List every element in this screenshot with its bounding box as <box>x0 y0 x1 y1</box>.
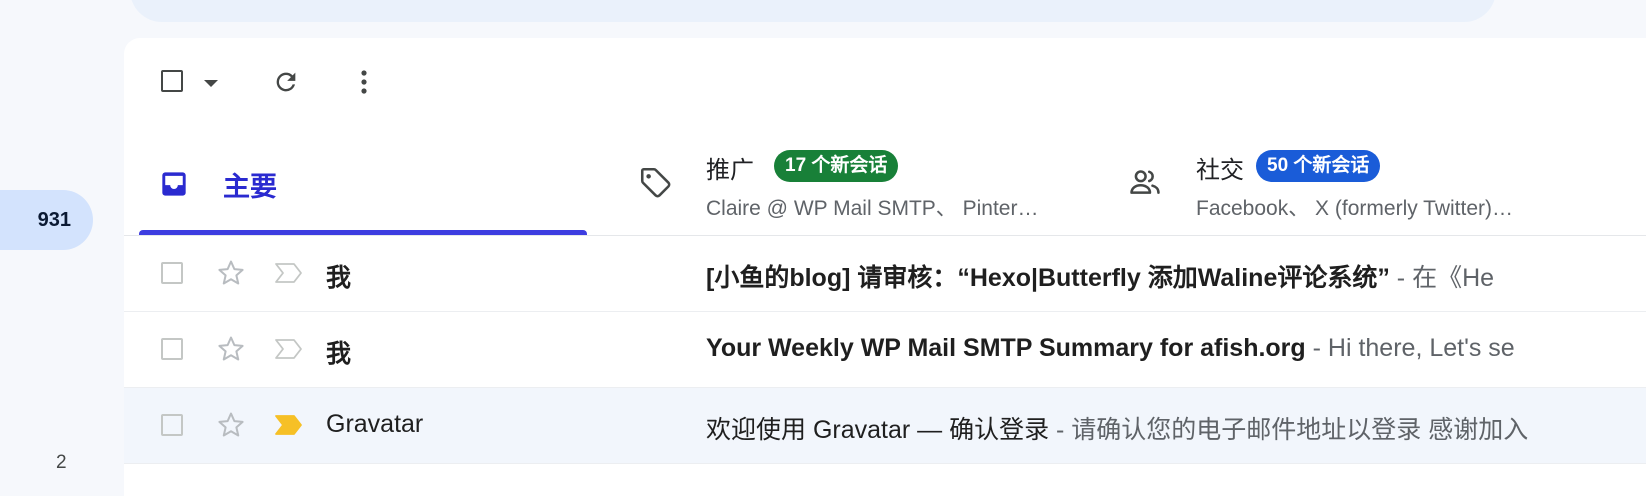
email-subject: Your Weekly WP Mail SMTP Summary for afi… <box>706 334 1306 362</box>
row-checkbox[interactable] <box>161 414 183 436</box>
star-icon[interactable] <box>216 258 246 288</box>
tab-social-senders: Facebook、 X (formerly Twitter)… <box>1196 197 1514 220</box>
email-sender: 我 <box>326 340 352 368</box>
unread-count-label: 931 <box>37 208 71 231</box>
row-checkbox[interactable] <box>161 262 183 284</box>
new-conversations-badge: 50 个新会话 <box>1256 150 1381 182</box>
toolbar <box>124 38 1646 128</box>
tab-social-title: 社交 <box>1196 157 1244 184</box>
tab-social[interactable]: 社交 50 个新会话 Facebook、 X (formerly Twitter… <box>1114 138 1646 235</box>
email-row[interactable]: Gravatar 欢迎使用 Gravatar — 确认登录 - 请确认您的电子邮… <box>124 388 1646 464</box>
email-preview: [小鱼的blog] 请审核：“Hexo|Butterfly 添加Waline评论… <box>706 258 1646 294</box>
email-subject: 欢迎使用 Gravatar — 确认登录 <box>706 416 1050 444</box>
important-marker-icon[interactable] <box>274 261 304 285</box>
email-row[interactable]: 我 Your Weekly WP Mail SMTP Summary for a… <box>124 312 1646 388</box>
tab-promotions-senders: Claire @ WP Mail SMTP、 Pinter… <box>706 197 1039 220</box>
tab-promotions[interactable]: 推广 17 个新会话 Claire @ WP Mail SMTP、 Pinter… <box>624 138 1094 235</box>
active-tab-indicator <box>139 230 587 235</box>
inbox-unread-count[interactable]: 931 <box>0 190 93 250</box>
email-row[interactable]: 我 [小鱼的blog] 请审核：“Hexo|Butterfly 添加Waline… <box>124 236 1646 312</box>
tag-icon <box>640 167 671 198</box>
tab-promotions-title: 推广 <box>706 157 754 184</box>
star-icon[interactable] <box>216 334 246 364</box>
star-icon[interactable] <box>216 410 246 440</box>
people-icon <box>1130 170 1160 194</box>
rail-count: 2 <box>56 452 67 473</box>
select-all-checkbox[interactable] <box>161 70 183 92</box>
email-snippet: - 在《He <box>1389 264 1495 292</box>
gmail-inbox: 931 2 主要 推广 17 个新会话 Claire @ WP Mail SMT… <box>0 0 1646 496</box>
mail-list-panel: 主要 推广 17 个新会话 Claire @ WP Mail SMTP、 Pin… <box>124 38 1646 496</box>
important-marker-icon[interactable] <box>274 337 304 361</box>
caret-down-icon[interactable] <box>204 80 218 87</box>
tab-primary-label: 主要 <box>223 172 277 202</box>
search-bar[interactable] <box>130 0 1496 22</box>
email-sender: 我 <box>326 264 352 292</box>
refresh-icon[interactable] <box>272 68 300 96</box>
email-snippet: - Hi there, Let's se <box>1305 334 1515 362</box>
inbox-icon <box>162 172 186 196</box>
new-conversations-badge: 17 个新会话 <box>774 150 899 182</box>
more-vert-icon[interactable] <box>352 68 376 96</box>
left-rail: 931 2 <box>0 0 124 496</box>
important-marker-icon[interactable] <box>274 413 304 437</box>
email-preview: Your Weekly WP Mail SMTP Summary for afi… <box>706 334 1646 363</box>
email-snippet: - 请确认您的电子邮件地址以登录 感谢加入 <box>1049 416 1529 444</box>
row-checkbox[interactable] <box>161 338 183 360</box>
email-preview: 欢迎使用 Gravatar — 确认登录 - 请确认您的电子邮件地址以登录 感谢… <box>706 410 1646 446</box>
email-sender: Gravatar <box>326 410 424 438</box>
email-subject: [小鱼的blog] 请审核：“Hexo|Butterfly 添加Waline评论… <box>706 264 1390 292</box>
category-tabs: 主要 推广 17 个新会话 Claire @ WP Mail SMTP、 Pin… <box>124 138 1646 236</box>
tab-primary[interactable]: 主要 <box>139 138 587 235</box>
email-list: 我 [小鱼的blog] 请审核：“Hexo|Butterfly 添加Waline… <box>124 236 1646 464</box>
